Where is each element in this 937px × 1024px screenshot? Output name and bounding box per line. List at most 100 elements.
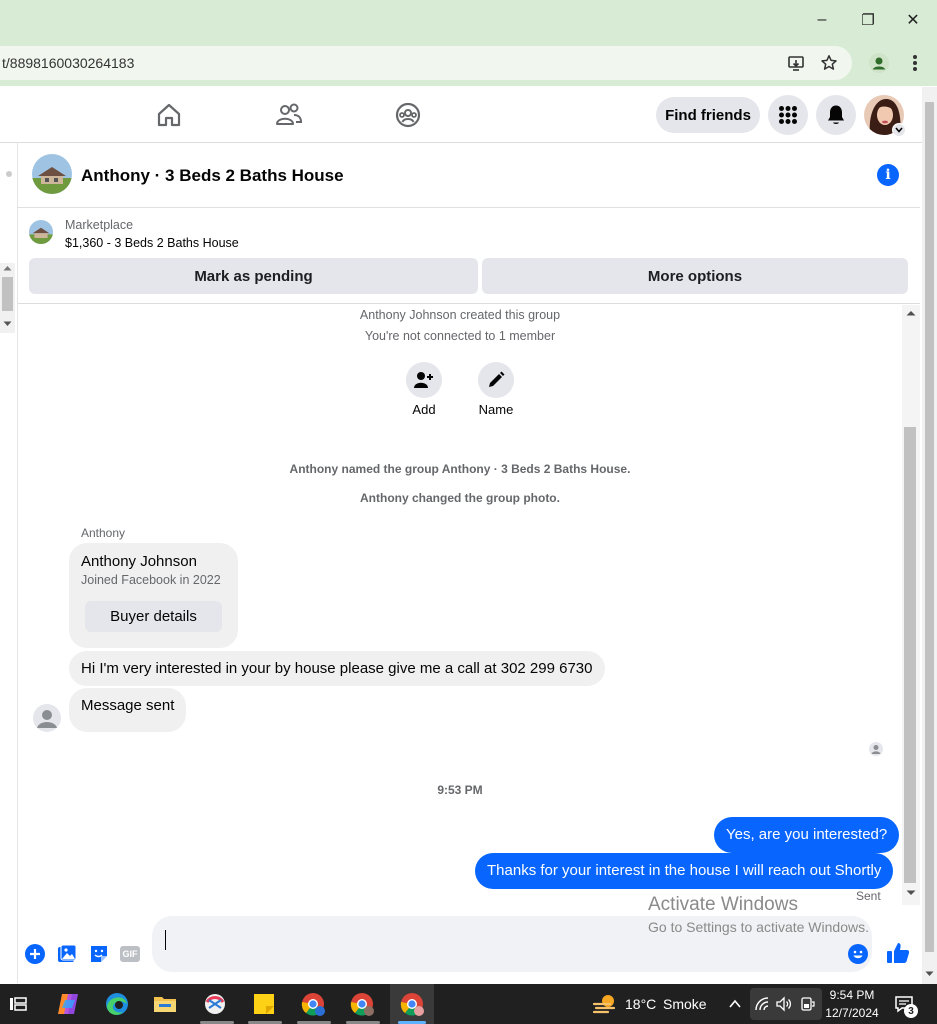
add-label: Add — [412, 402, 436, 417]
temperature: 18°C — [625, 996, 657, 1012]
rename-group-button[interactable] — [478, 362, 514, 398]
url-text: t/8898160030264183 — [2, 55, 135, 71]
group-named-event: Anthony named the group Anthony · 3 Beds… — [289, 462, 631, 476]
weather-text: Smoke — [663, 996, 707, 1012]
outgoing-message[interactable]: Thanks for your interest in the house I … — [475, 853, 894, 889]
left-scrollbar[interactable] — [0, 263, 15, 333]
sender-avatar[interactable] — [33, 704, 61, 732]
incoming-message[interactable]: Message sent — [69, 688, 187, 732]
more-options-button[interactable]: More options — [482, 258, 908, 294]
house-thumbnail-icon — [29, 220, 53, 244]
edge-icon[interactable] — [103, 990, 131, 1018]
account-menu-button[interactable] — [892, 123, 906, 137]
scroll-down-icon[interactable] — [925, 971, 934, 977]
copilot-icon[interactable] — [54, 990, 82, 1018]
profile-icon[interactable] — [868, 52, 890, 74]
marketplace-listing-panel: Marketplace $1,360 - 3 Beds 2 Baths Hous… — [18, 208, 920, 304]
volume-icon[interactable] — [776, 996, 792, 1012]
snipping-tool-icon[interactable] — [201, 990, 229, 1018]
sender-name: Anthony — [81, 526, 126, 540]
thread-scroll-thumb[interactable] — [904, 427, 916, 883]
buyer-details-button[interactable]: Buyer details — [85, 601, 222, 632]
add-person-icon — [414, 372, 433, 388]
notifications-button[interactable] — [816, 95, 856, 135]
emoji-icon[interactable] — [848, 944, 868, 964]
outgoing-message[interactable]: Yes, are you interested? — [714, 817, 900, 853]
left-scroll-thumb[interactable] — [2, 277, 13, 311]
activate-windows-title: Activate Windows — [648, 894, 798, 915]
bookmark-star-icon[interactable] — [820, 54, 838, 72]
listing-summary[interactable]: $1,360 - 3 Beds 2 Baths House — [65, 236, 239, 250]
incoming-message[interactable]: Hi I'm very interested in your by house … — [69, 651, 605, 686]
address-bar[interactable]: t/8898160030264183 — [0, 46, 852, 80]
chevron-down-icon — [895, 127, 903, 133]
install-app-icon[interactable] — [787, 54, 805, 72]
minimize-button[interactable]: – — [812, 10, 832, 30]
page-scrollbar[interactable] — [922, 87, 937, 984]
network-icon[interactable] — [754, 996, 770, 1012]
info-icon[interactable]: i — [877, 164, 899, 186]
file-explorer-icon[interactable] — [151, 990, 179, 1018]
menu-button[interactable] — [768, 95, 808, 135]
chevron-up-icon[interactable] — [728, 997, 742, 1011]
mark-as-pending-button[interactable]: Mark as pending — [29, 258, 478, 294]
not-connected-text: You're not connected to 1 member — [364, 329, 556, 343]
clock-date[interactable]: 12/7/2024 — [822, 1006, 882, 1020]
group-photo-event: Anthony changed the group photo. — [360, 491, 560, 505]
browser-menu-icon[interactable] — [906, 52, 924, 74]
group-photo[interactable] — [32, 154, 72, 194]
photo-icon[interactable] — [57, 944, 77, 964]
scroll-down-icon[interactable] — [906, 890, 916, 896]
marketplace-label: Marketplace — [65, 218, 134, 232]
chrome-profile-a-icon[interactable] — [299, 990, 327, 1018]
groups-icon[interactable] — [394, 101, 422, 129]
task-view-icon[interactable] — [4, 990, 32, 1018]
bell-icon — [828, 105, 844, 124]
notification-count-badge: 3 — [904, 1004, 918, 1018]
scroll-up-icon[interactable] — [3, 265, 12, 271]
conversation-title: Anthony · 3 Beds 2 Baths House — [81, 166, 344, 185]
buyer-joined: Joined Facebook in 2022 — [81, 573, 221, 587]
thread-scrollbar[interactable] — [902, 305, 920, 905]
clock-time[interactable]: 9:54 PM — [822, 988, 882, 1002]
buyer-card: Anthony Johnson Joined Facebook in 2022 … — [69, 543, 238, 648]
browser-title-bar: – ❐ ✕ — [0, 0, 937, 40]
weather-smoke-icon[interactable] — [592, 992, 618, 1016]
message-thread: Anthony Johnson created this group You'r… — [18, 305, 902, 910]
sticker-icon[interactable] — [89, 944, 109, 964]
battery-icon[interactable] — [799, 996, 815, 1012]
message-timestamp: 9:53 PM — [437, 783, 483, 797]
text-cursor — [165, 930, 166, 950]
home-icon[interactable] — [155, 101, 183, 129]
conversation-header: Anthony · 3 Beds 2 Baths House i — [18, 144, 920, 208]
thumbs-up-icon[interactable] — [886, 941, 910, 965]
maximize-button[interactable]: ❐ — [858, 10, 878, 30]
plus-icon[interactable] — [25, 944, 45, 964]
windows-taskbar: 18°C Smoke 9:54 PM 12/7/2024 3 — [0, 984, 937, 1024]
sent-status: Sent — [856, 889, 881, 903]
facebook-top-bar: Find friends — [0, 87, 922, 143]
chrome-icon[interactable] — [348, 990, 376, 1018]
activate-windows-subtitle: Go to Settings to activate Windows. — [648, 919, 869, 935]
gif-button[interactable]: GIF — [120, 946, 140, 962]
find-friends-button[interactable]: Find friends — [656, 97, 760, 133]
house-photo-icon — [32, 154, 72, 194]
scroll-down-icon[interactable] — [3, 321, 12, 327]
scroll-up-icon[interactable] — [906, 310, 916, 316]
name-label: Name — [478, 402, 514, 417]
add-member-button[interactable] — [406, 362, 442, 398]
left-panel-dot — [6, 171, 12, 177]
address-bar-row: t/8898160030264183 — [0, 40, 937, 86]
buyer-name: Anthony Johnson — [81, 553, 197, 570]
sticky-notes-icon[interactable] — [250, 990, 278, 1018]
pencil-icon — [489, 371, 505, 387]
left-panel-edge — [0, 143, 18, 983]
grid-menu-icon — [779, 106, 797, 124]
listing-thumbnail[interactable] — [29, 220, 53, 244]
chrome-active-icon[interactable] — [398, 990, 426, 1018]
friends-icon[interactable] — [275, 101, 303, 129]
seen-avatar-icon — [869, 742, 883, 756]
page-scroll-thumb[interactable] — [925, 102, 934, 952]
close-button[interactable]: ✕ — [903, 10, 923, 30]
group-created-text: Anthony Johnson created this group — [359, 308, 561, 322]
